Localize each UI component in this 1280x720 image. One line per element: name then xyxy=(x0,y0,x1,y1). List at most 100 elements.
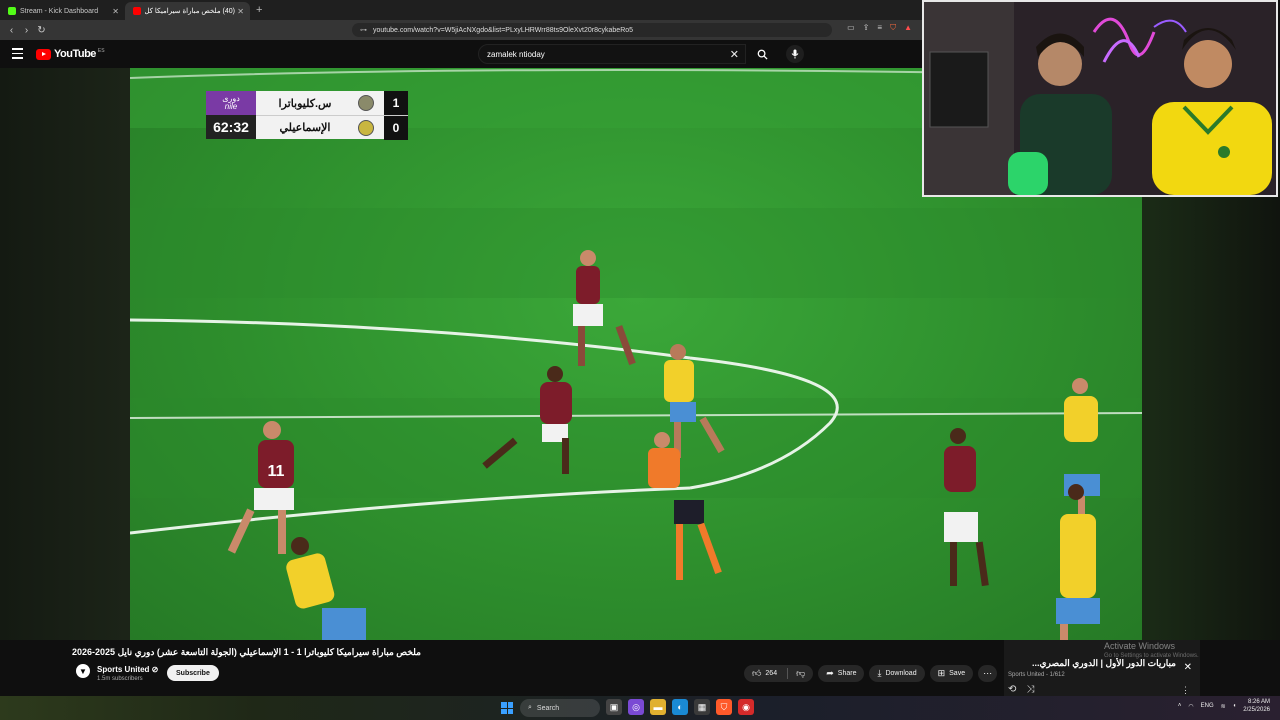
voice-search-button[interactable] xyxy=(786,45,804,63)
match-scoreboard: دورى nile 62:32 س.كليوباترا 1 الإسماعيلي… xyxy=(206,91,408,140)
taskbar-search-label: Search xyxy=(536,704,560,712)
thumbs-down-icon[interactable]: 👎︎ xyxy=(796,668,805,679)
video-actions: 👍︎ 264 👎︎ ➦ Share ⤓ Download ⊞ Save ⋯ xyxy=(744,665,998,682)
scoreboard-row-away: الإسماعيلي 0 xyxy=(256,115,408,140)
taskbar-search[interactable]: ⌕ Search xyxy=(520,699,600,717)
clear-search-icon[interactable]: ✕ xyxy=(730,48,739,61)
thumbs-up-icon: 👍︎ xyxy=(752,668,762,678)
brave-shield-icon[interactable]: ⛉ xyxy=(890,23,896,33)
taskbar-apps: ▣ ◎ ▬ ◐ ▦ ⛉ ◉ xyxy=(606,699,754,715)
playlist-title[interactable]: مباريات الدور الأول | الدوري المصري... xyxy=(1016,658,1176,669)
file-explorer-icon[interactable]: ▬ xyxy=(650,699,666,715)
browser-toolbar-icons: ▭ ⇪ ≡ ⛉ ▲ xyxy=(847,23,912,33)
share-label: Share xyxy=(837,670,857,677)
browser-tabstrip: Stream - Kick Dashboard ✕ (40) ملخص مبار… xyxy=(0,0,922,20)
subscriber-count: 1.5m subscribers xyxy=(97,676,143,682)
playlist-more-icon[interactable]: ⋮ xyxy=(1181,685,1190,696)
shuffle-icon[interactable]: ⤨ xyxy=(1026,684,1034,695)
task-view-icon[interactable]: ▣ xyxy=(606,699,622,715)
windows-start-icon[interactable] xyxy=(501,702,513,714)
webcam-scene xyxy=(924,2,1276,195)
copilot-icon[interactable]: ◎ xyxy=(628,699,644,715)
youtube-play-icon xyxy=(36,48,51,60)
reload-icon[interactable]: ↻ xyxy=(34,25,49,36)
logo-text: YouTube xyxy=(54,48,96,60)
team-score: 0 xyxy=(384,116,408,140)
like-button[interactable]: 👍︎ 264 👎︎ xyxy=(744,665,814,682)
kick-icon xyxy=(8,7,16,15)
clock-date: 2/25/2026 xyxy=(1243,707,1270,713)
site-info-icon[interactable]: ⊶ xyxy=(360,26,367,34)
country-code: ES xyxy=(97,48,105,54)
back-icon[interactable]: ‹ xyxy=(4,25,19,36)
download-icon: ⤓ xyxy=(877,668,882,678)
search-icon xyxy=(757,49,768,60)
rewards-icon[interactable]: ▲ xyxy=(904,23,912,33)
activate-windows-title: Activate Windows xyxy=(1104,641,1176,651)
volume-icon[interactable]: ◖ xyxy=(1233,703,1237,709)
forward-icon[interactable]: › xyxy=(19,25,34,36)
subscribe-button[interactable]: Subscribe xyxy=(167,665,219,681)
menu-icon[interactable]: ≡ xyxy=(877,23,882,33)
close-icon[interactable]: ✕ xyxy=(237,7,244,16)
hamburger-menu-icon[interactable] xyxy=(12,48,23,59)
svg-text:11: 11 xyxy=(268,463,285,480)
more-actions-button[interactable]: ⋯ xyxy=(978,665,998,682)
microphone-icon xyxy=(791,49,799,59)
close-icon[interactable]: ✕ xyxy=(112,7,119,16)
scoreboard-row-home: س.كليوباترا 1 xyxy=(256,91,408,115)
league-logo: دورى nile xyxy=(206,91,256,115)
loop-icon[interactable]: ⟲ xyxy=(1008,684,1016,695)
playlist-subtitle: Sports United - 1/612 xyxy=(1008,672,1065,678)
youtube-logo[interactable]: YouTube ES xyxy=(36,48,105,60)
team-name: الإسماعيلي xyxy=(279,122,331,134)
address-bar: ‹ › ↻ ⊶ youtube.com/watch?v=W5jiAcNXgdo&… xyxy=(0,20,922,40)
tray-overflow-icon[interactable]: ˄ xyxy=(1178,703,1182,709)
tab-kick-dashboard[interactable]: Stream - Kick Dashboard ✕ xyxy=(0,2,125,20)
download-button[interactable]: ⤓ Download xyxy=(869,665,925,682)
ismaily-crest-icon xyxy=(358,119,374,136)
share-icon: ➦ xyxy=(826,668,834,678)
taskbar-clock[interactable]: 8:26 AM 2/25/2026 xyxy=(1243,698,1270,714)
activate-windows-subtitle: Go to Settings to activate Windows. xyxy=(1104,653,1199,659)
like-count: 264 xyxy=(765,670,778,677)
store-icon[interactable]: ▦ xyxy=(694,699,710,715)
more-icon: ⋯ xyxy=(983,668,993,678)
match-clock: 62:32 xyxy=(206,115,256,139)
tab-label: Stream - Kick Dashboard xyxy=(20,7,99,15)
cast-icon[interactable]: ▭ xyxy=(847,23,855,33)
search-value: zamalek ntioday xyxy=(487,49,545,59)
language-indicator[interactable]: ENG xyxy=(1201,703,1214,709)
save-button[interactable]: ⊞ Save xyxy=(929,665,974,682)
close-playlist-icon[interactable]: ✕ xyxy=(1184,662,1192,673)
new-tab-icon[interactable]: + xyxy=(256,4,262,16)
windows-taskbar: ⌕ Search ▣ ◎ ▬ ◐ ▦ ⛉ ◉ ˄ ◠ ENG ≋ ◖ 8:26 … xyxy=(0,696,1280,720)
share-button[interactable]: ➦ Share xyxy=(818,665,865,682)
webcam-overlay xyxy=(922,0,1278,197)
wifi-icon[interactable]: ≋ xyxy=(1221,703,1226,710)
search-button[interactable] xyxy=(748,44,776,64)
bookmark-save-icon: ⊞ xyxy=(937,668,946,678)
clock-time: 8:26 AM xyxy=(1247,699,1270,705)
tab-youtube-video[interactable]: (40) ملخص مباراة سيراميكا كل... ✕ xyxy=(125,2,250,20)
search-icon: ⌕ xyxy=(528,704,532,711)
system-tray: ˄ ◠ ENG ≋ ◖ 8:26 AM 2/25/2026 xyxy=(1178,698,1270,714)
brave-browser-icon[interactable]: ⛉ xyxy=(716,699,732,715)
share-page-icon[interactable]: ⇪ xyxy=(863,23,870,33)
youtube-header: YouTube ES zamalek ntioday ✕ xyxy=(0,40,922,68)
network-icon[interactable]: ◠ xyxy=(1188,703,1193,710)
edge-browser-icon[interactable]: ◐ xyxy=(672,699,688,715)
ceramica-crest-icon xyxy=(358,95,374,111)
youtube-favicon-icon xyxy=(133,7,141,15)
app-icon[interactable]: ◉ xyxy=(738,699,754,715)
player-yellow-2 xyxy=(286,537,366,640)
team-score: 1 xyxy=(384,91,408,115)
league-logo-line2: nile xyxy=(224,102,238,111)
channel-name[interactable]: Sports United ⊘ xyxy=(97,665,158,674)
video-title: ملخص مباراة سيراميكا كليوباترا 1 - 1 الإ… xyxy=(72,647,421,657)
url-field[interactable]: ⊶ youtube.com/watch?v=W5jiAcNXgdo&list=P… xyxy=(352,23,832,37)
tab-label: (40) ملخص مباراة سيراميكا كل... xyxy=(145,8,235,15)
channel-avatar[interactable]: ▼ xyxy=(76,664,90,678)
search-input[interactable]: zamalek ntioday ✕ xyxy=(478,44,746,64)
download-label: Download xyxy=(885,670,917,677)
